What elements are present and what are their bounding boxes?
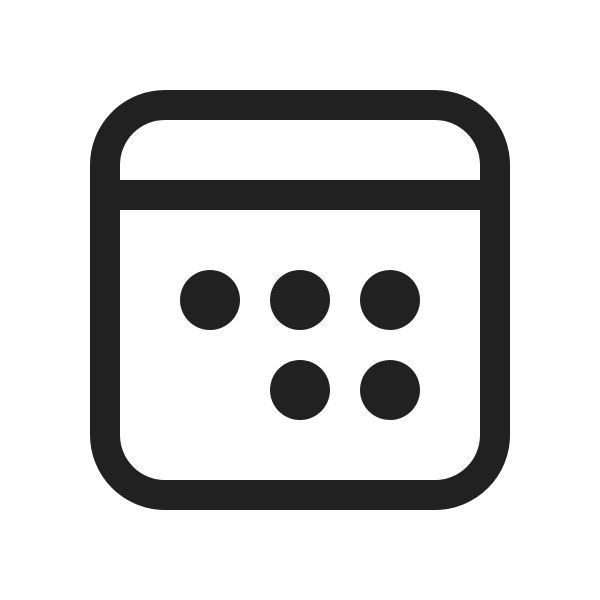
day-dot	[270, 360, 330, 420]
day-dot	[360, 270, 420, 330]
day-dot	[180, 270, 240, 330]
calendar-icon	[90, 90, 510, 510]
day-dot	[360, 360, 420, 420]
day-dot	[270, 270, 330, 330]
icon-canvas	[0, 0, 600, 600]
calendar-day-dots	[180, 270, 420, 420]
